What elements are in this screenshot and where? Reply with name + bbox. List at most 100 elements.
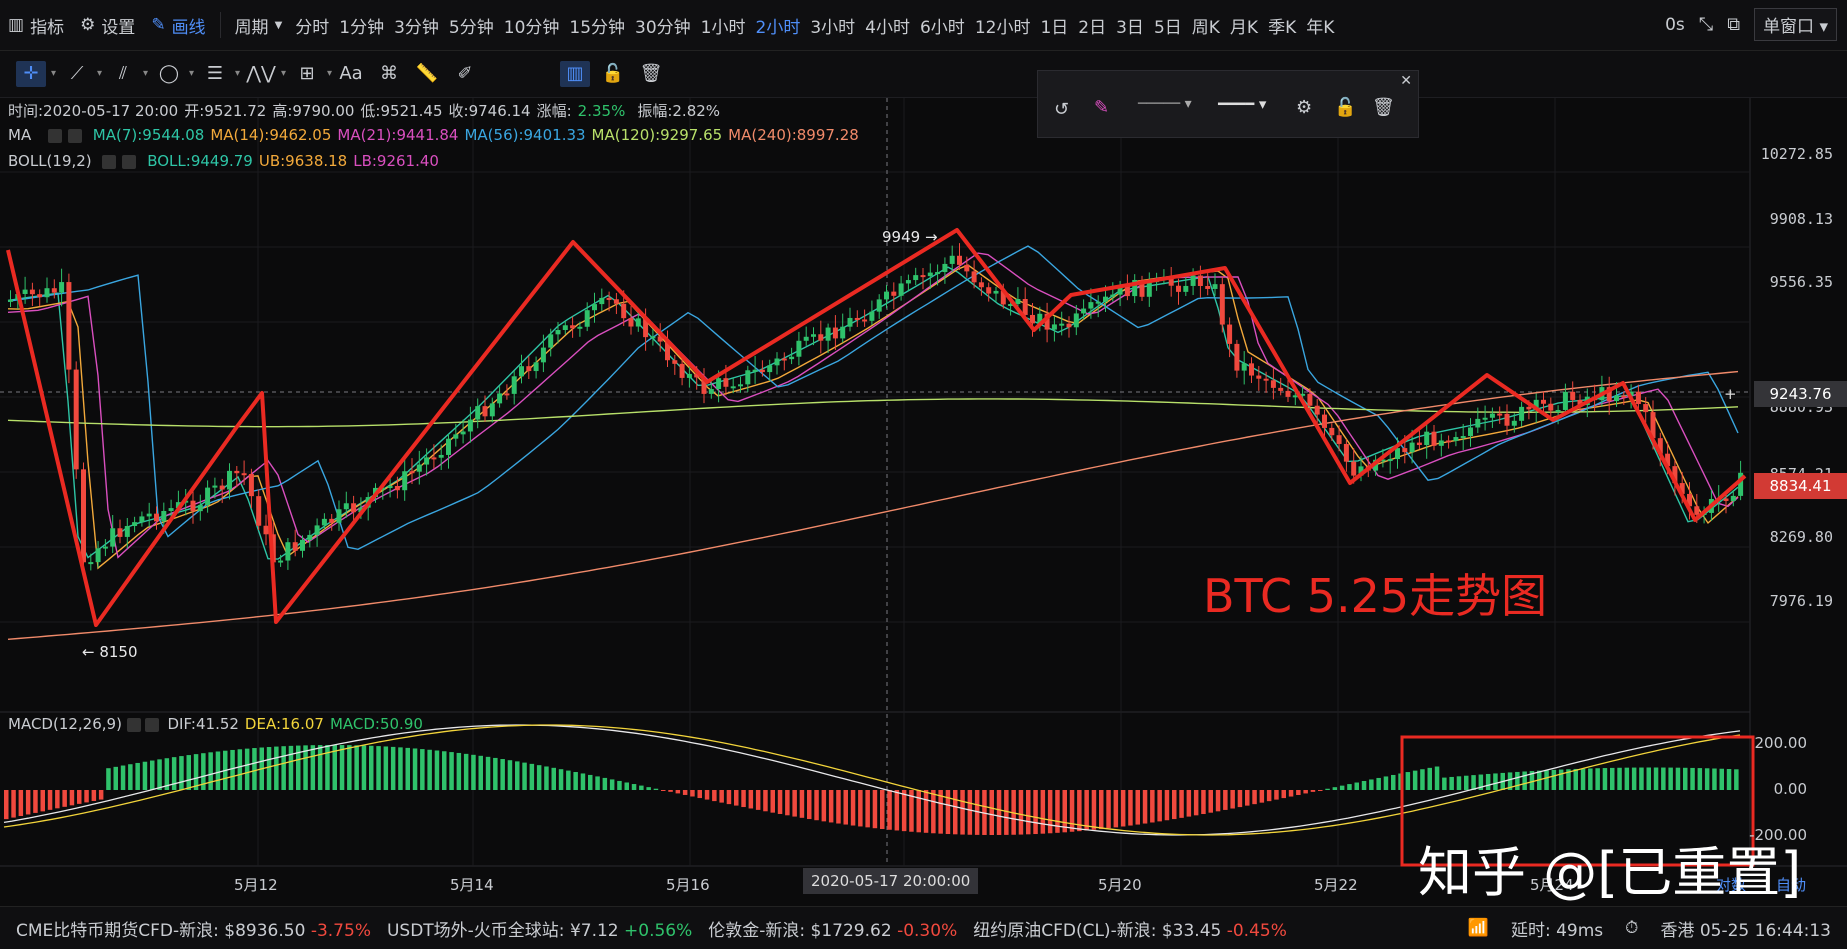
draw-button[interactable]: ✎ 画线 [143, 13, 213, 38]
candle [584, 310, 590, 327]
ticker-item[interactable]: USDT场外-火币全球站: ¥7.12 +0.56% [387, 916, 692, 941]
period-tab[interactable]: 12小时 [970, 13, 1036, 38]
period-tab[interactable]: 5日 [1149, 13, 1187, 38]
macd-bar [1172, 790, 1177, 820]
parallel-channel-tool-icon[interactable]: ⫽ ▾ [108, 61, 148, 87]
measure-tool-icon[interactable]: ⊞ ▾ [292, 61, 332, 87]
period-tab[interactable]: 3小时 [805, 13, 860, 38]
period-tab[interactable]: 季K [1263, 13, 1301, 38]
text-tool-icon[interactable]: Aa [336, 61, 366, 87]
period-tab[interactable]: 4小时 [860, 13, 915, 38]
period-tab[interactable]: 年K [1301, 13, 1339, 38]
candle [1088, 302, 1094, 309]
ruler-tool-icon[interactable]: 📏 [412, 61, 442, 87]
close-icon[interactable] [67, 128, 82, 143]
candle [402, 471, 408, 491]
period-tab[interactable]: 2日 [1073, 13, 1111, 38]
popout-icon[interactable]: ⧉ [1727, 14, 1740, 35]
period-tab[interactable]: 10分钟 [499, 13, 565, 38]
period-tab[interactable]: 周K [1187, 13, 1225, 38]
macd-bar [770, 790, 775, 813]
undo-icon[interactable]: ↺ [1054, 99, 1069, 120]
period-tab[interactable]: 分时 [290, 13, 334, 38]
macd-bar [675, 790, 681, 794]
gear-icon[interactable] [47, 128, 62, 143]
macd-bar [369, 745, 374, 790]
period-tab[interactable]: 2小时 [751, 13, 806, 38]
window-mode-select[interactable]: 单窗口 ▾ [1754, 8, 1837, 41]
macd-bar [98, 790, 104, 800]
period-tab[interactable]: 1日 [1035, 13, 1073, 38]
horizontal-lines-tool-icon[interactable]: ☰ ▾ [200, 61, 240, 87]
macd-bar [690, 790, 695, 797]
lock-tool-icon[interactable]: 🔓 [598, 61, 628, 87]
settings-button[interactable]: ⚙ 设置 [72, 13, 143, 38]
period-dropdown[interactable]: 周期 ▼ [227, 13, 291, 38]
candle [708, 389, 714, 394]
macd-bar [1515, 771, 1520, 790]
period-tab[interactable]: 5分钟 [444, 13, 499, 38]
macd-bar [1602, 768, 1608, 790]
trash-icon[interactable]: 🗑 [1372, 97, 1395, 118]
period-tab[interactable]: 1分钟 [334, 13, 389, 38]
ticker-item[interactable]: 纽约原油CFD(CL)-新浪: $33.45 -0.45% [973, 916, 1287, 941]
macd-bar [1456, 776, 1462, 790]
period-tab[interactable]: 3日 [1111, 13, 1149, 38]
macd-bar [186, 755, 191, 790]
line-style-select[interactable]: ───── ▾ [1138, 96, 1192, 112]
period-tab[interactable]: 3分钟 [389, 13, 444, 38]
close-icon[interactable]: ✕ [1400, 73, 1412, 89]
candle [745, 370, 751, 385]
candle [1336, 435, 1342, 444]
pen-color-icon[interactable]: ✎ [1094, 97, 1109, 118]
macd-bar [113, 766, 118, 790]
ellipse-tool-icon[interactable]: ◯ ▾ [154, 61, 194, 87]
period-tab[interactable]: 6小时 [915, 13, 970, 38]
macd-bar [1471, 775, 1476, 790]
magnet-tool-icon[interactable]: ⌘ [374, 61, 404, 87]
trendline-tool-icon[interactable]: ⟋ ▾ [62, 61, 102, 87]
ticker-item[interactable]: CME比特币期货CFD-新浪: $8936.50 -3.75% [16, 916, 371, 941]
candle [1190, 275, 1196, 286]
macd-bar [544, 766, 549, 790]
fullscreen-icon[interactable]: ⤡ [1699, 14, 1713, 35]
candle [570, 325, 576, 329]
gear-icon[interactable] [126, 717, 141, 732]
candle [37, 294, 43, 298]
macd-bar [1580, 768, 1586, 790]
lock-icon[interactable]: 🔓 [1334, 97, 1356, 118]
macd-bar [573, 772, 578, 790]
macd-bar [843, 790, 848, 825]
period-tab[interactable]: 月K [1225, 13, 1263, 38]
wave-tool-icon[interactable]: ⋀⋁ ▾ [246, 61, 286, 87]
candles-toggle-icon[interactable]: ▥ [560, 61, 590, 87]
period-tabs: 分时 1分钟 3分钟 5分钟 10分钟 15分钟 30分钟 1小时 2小时 3小时 4小时 6小时 12… [290, 13, 1339, 38]
indicator-button[interactable]: ▥ 指标 [0, 13, 72, 38]
period-tab[interactable]: 15分钟 [564, 13, 630, 38]
candle [51, 288, 57, 293]
gear-icon[interactable]: ⚙ [1296, 97, 1312, 118]
close-icon[interactable] [122, 154, 137, 169]
candle [88, 562, 94, 565]
candle [489, 403, 495, 417]
macd-bar [1150, 790, 1155, 823]
period-tab[interactable]: 1小时 [696, 13, 751, 38]
period-tab[interactable]: 30分钟 [630, 13, 696, 38]
candle [124, 526, 130, 537]
candle [117, 528, 123, 537]
candle [1066, 323, 1072, 328]
top-right-controls: 0s ⤡ ⧉ 单窗口 ▾ [1665, 8, 1837, 41]
legend-entry: MA(14):9462.05 [210, 126, 332, 144]
gear-icon[interactable] [102, 154, 117, 169]
macd-bar [777, 790, 783, 814]
crosshair-tool-icon[interactable]: ✛ ▾ [16, 61, 56, 87]
line-width-select[interactable]: ━━━━ ▾ [1218, 95, 1266, 113]
close-icon[interactable] [144, 717, 159, 732]
candle [453, 434, 459, 439]
macd-bar [646, 787, 651, 790]
ticker-item[interactable]: 伦敦金-新浪: $1729.62 -0.30% [708, 916, 957, 941]
trash-tool-icon[interactable]: 🗑 [636, 61, 666, 87]
kline-chart[interactable]: 时间:2020-05-17 20:00 开:9521.72 高:9790.00 低:9… [0, 98, 1847, 906]
candle [577, 326, 583, 329]
brush-tool-icon[interactable]: ✐ [450, 61, 480, 87]
